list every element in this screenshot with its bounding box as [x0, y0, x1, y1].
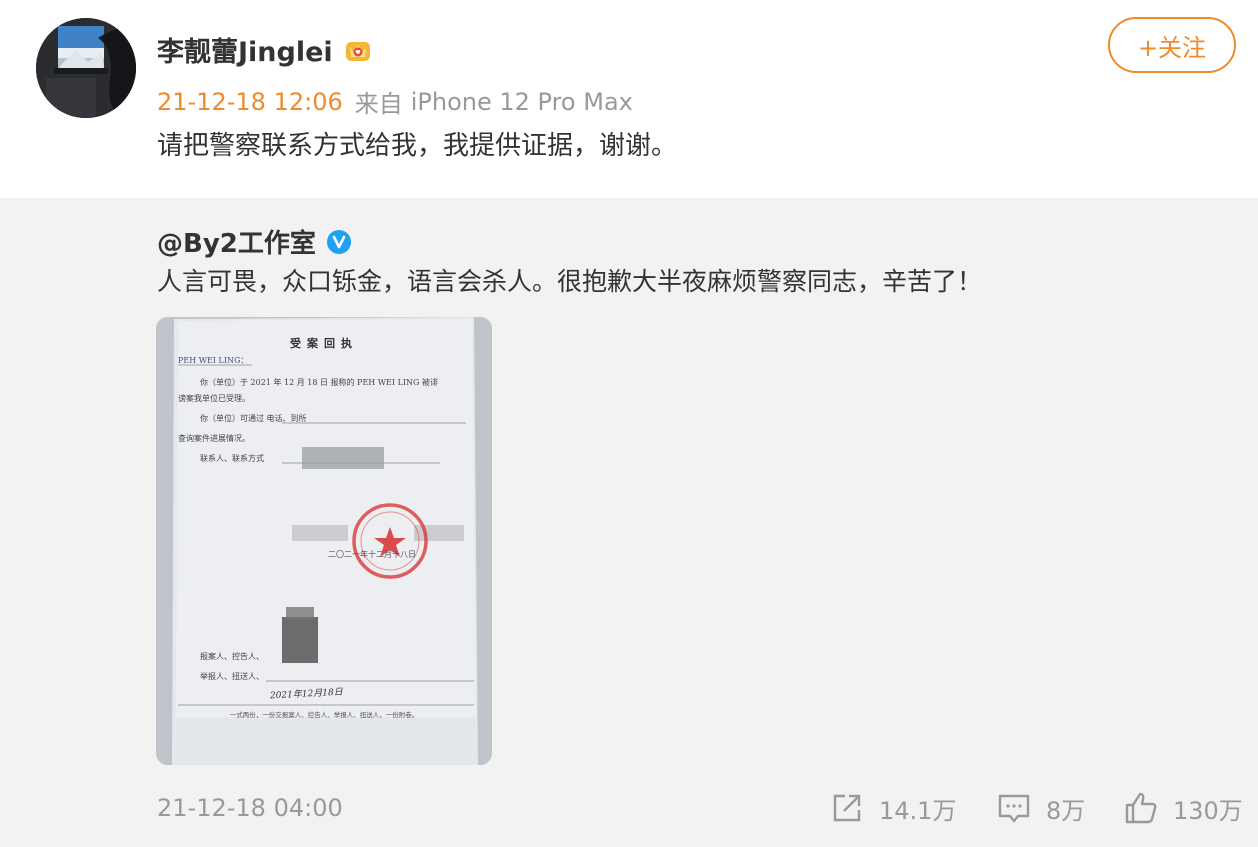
follow-button[interactable]: +关注 — [1108, 17, 1236, 73]
like-count: 130万 — [1173, 796, 1243, 825]
comment-count: 8万 — [1046, 796, 1086, 825]
share-count: 14.1万 — [879, 796, 957, 825]
receipt-line-6: 报案人、控告人、 — [200, 651, 264, 661]
author-name-row[interactable]: 李靓蕾Jinglei — [157, 30, 373, 69]
post-meta: 21-12-18 12:06 来自 iPhone 12 Pro Max — [157, 84, 633, 119]
post-time[interactable]: 21-12-18 12:06 — [157, 88, 343, 116]
comment-icon — [998, 794, 1030, 823]
receipt-line-7: 举报人、扭送人、 — [200, 671, 264, 681]
share-icon — [833, 794, 861, 822]
post-source-prefix: 来自 — [354, 90, 403, 118]
receipt-date-line: 二〇二一年十二月十八日 — [328, 549, 416, 559]
like-button[interactable]: 130万 — [1123, 790, 1243, 826]
author-name[interactable]: 李靓蕾Jinglei — [157, 30, 333, 69]
repost-image[interactable]: 受案回执 PEH WEI LING： 你（单位）于 2021 年 12 月 18… — [156, 317, 492, 765]
receipt-line-4: 查询案件进展情况。 — [178, 433, 250, 443]
crown-badge-icon — [343, 35, 373, 65]
author-avatar[interactable] — [36, 18, 136, 118]
receipt-title: 受案回执 — [290, 336, 358, 350]
receipt-line-1: 你（单位）于 2021 年 12 月 18 日 报称的 PEH WEI LING… — [200, 377, 438, 387]
repost-time[interactable]: 21-12-18 04:00 — [157, 794, 343, 822]
thumbs-up-icon — [1125, 792, 1157, 824]
post-device: iPhone 12 Pro Max — [410, 87, 633, 116]
follow-label: +关注 — [1137, 33, 1207, 62]
receipt-footer: 一式两份，一份交报案人、控告人、举报人、扭送人，一份附卷。 — [230, 710, 419, 719]
post-text: 请把警察联系方式给我，我提供证据，谢谢。 — [157, 131, 678, 161]
verified-check-icon — [326, 229, 352, 255]
repost-text: 人言可畏，众口铄金，语言会杀人。很抱歉大半夜麻烦警察同志，辛苦了！ — [157, 267, 983, 296]
share-button[interactable]: 14.1万 — [829, 790, 956, 826]
repost-author-row[interactable]: @By2工作室 — [157, 223, 352, 260]
comment-button[interactable]: 8万 — [996, 790, 1085, 826]
repost-author[interactable]: @By2工作室 — [157, 223, 316, 260]
receipt-line-name: PEH WEI LING： — [178, 356, 248, 365]
receipt-line-3: 你（单位）可通过 电话、到所 — [200, 413, 307, 423]
receipt-line-2: 谤案我单位已受理。 — [178, 393, 250, 403]
receipt-line-5: 联系人、联系方式 — [200, 453, 264, 463]
